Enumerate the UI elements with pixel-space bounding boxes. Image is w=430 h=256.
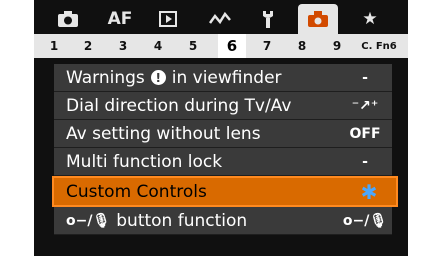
menu-item-label-text: button function — [116, 210, 248, 231]
menu-item-warnings-in-viewfinder[interactable]: Warnings ! in viewfinder - — [54, 64, 392, 92]
menu-tab-bar: AF ★ — [34, 4, 408, 34]
menu-item-label: Av setting without lens — [66, 123, 261, 144]
menu-item-label: Warnings ! in viewfinder — [54, 68, 282, 88]
menu-item-value: - — [362, 153, 368, 170]
menu-item-label-start: Warnings — [66, 67, 145, 88]
page-9[interactable]: 9 — [323, 34, 351, 58]
menu-item-label: Dial direction during Tv/Av — [66, 95, 292, 116]
menu-item-value: ✱ — [360, 179, 378, 204]
menu-item-multi-function-lock[interactable]: Multi function lock - — [54, 148, 392, 176]
menu-list: Warnings ! in viewfinder - Dial directio… — [52, 64, 398, 235]
tab-custom-functions[interactable] — [298, 4, 338, 34]
menu-item-dial-direction[interactable]: Dial direction during Tv/Av ⁻↗⁺ — [54, 92, 392, 120]
page-number-bar: 1 2 3 4 5 6 7 8 9 C. Fn6 — [34, 34, 408, 58]
menu-item-value: ⁻↗⁺ — [351, 97, 379, 114]
af-tab-label: AF — [107, 9, 133, 29]
menu-item-custom-controls[interactable]: Custom Controls ✱ — [52, 176, 398, 207]
tab-af[interactable]: AF — [100, 4, 140, 34]
menu-item-label: o−/🎙 button function — [54, 211, 247, 231]
wrench-icon — [263, 11, 273, 28]
page-6[interactable]: 6 — [218, 34, 246, 58]
camera-menu-screen: AF ★ 1 2 3 4 5 6 7 8 9 C. Fn6 Warnings !… — [34, 0, 408, 256]
menu-item-value: - — [362, 69, 368, 86]
tab-my-menu[interactable]: ★ — [350, 4, 390, 34]
tab-wave[interactable] — [200, 4, 240, 34]
tab-shooting[interactable] — [48, 4, 88, 34]
page-cfn-label: C. Fn6 — [361, 40, 397, 52]
page-8[interactable]: 8 — [288, 34, 316, 58]
key-mic-icon: o−/🎙 — [66, 212, 111, 229]
menu-item-value: o−/🎙 — [342, 212, 388, 229]
tab-playback[interactable] — [148, 4, 188, 34]
warning-icon: ! — [150, 70, 166, 85]
menu-item-button-function[interactable]: o−/🎙 button function o−/🎙 — [54, 207, 392, 235]
menu-item-label: Multi function lock — [66, 151, 223, 172]
custom-functions-icon — [308, 11, 328, 27]
menu-item-label-end: in viewfinder — [171, 67, 282, 88]
menu-item-av-setting-without-lens[interactable]: Av setting without lens OFF — [54, 120, 392, 148]
page-5[interactable]: 5 — [179, 34, 207, 58]
wave-icon — [209, 11, 231, 25]
page-4[interactable]: 4 — [144, 34, 172, 58]
page-7[interactable]: 7 — [253, 34, 281, 58]
tab-setup[interactable] — [248, 4, 288, 34]
star-icon: ★ — [362, 9, 378, 29]
menu-item-value: OFF — [349, 125, 381, 142]
page-3[interactable]: 3 — [109, 34, 137, 58]
camera-icon — [58, 11, 78, 27]
menu-item-label: Custom Controls — [66, 181, 207, 202]
page-1[interactable]: 1 — [40, 34, 68, 58]
playback-icon — [159, 11, 177, 27]
page-2[interactable]: 2 — [74, 34, 102, 58]
